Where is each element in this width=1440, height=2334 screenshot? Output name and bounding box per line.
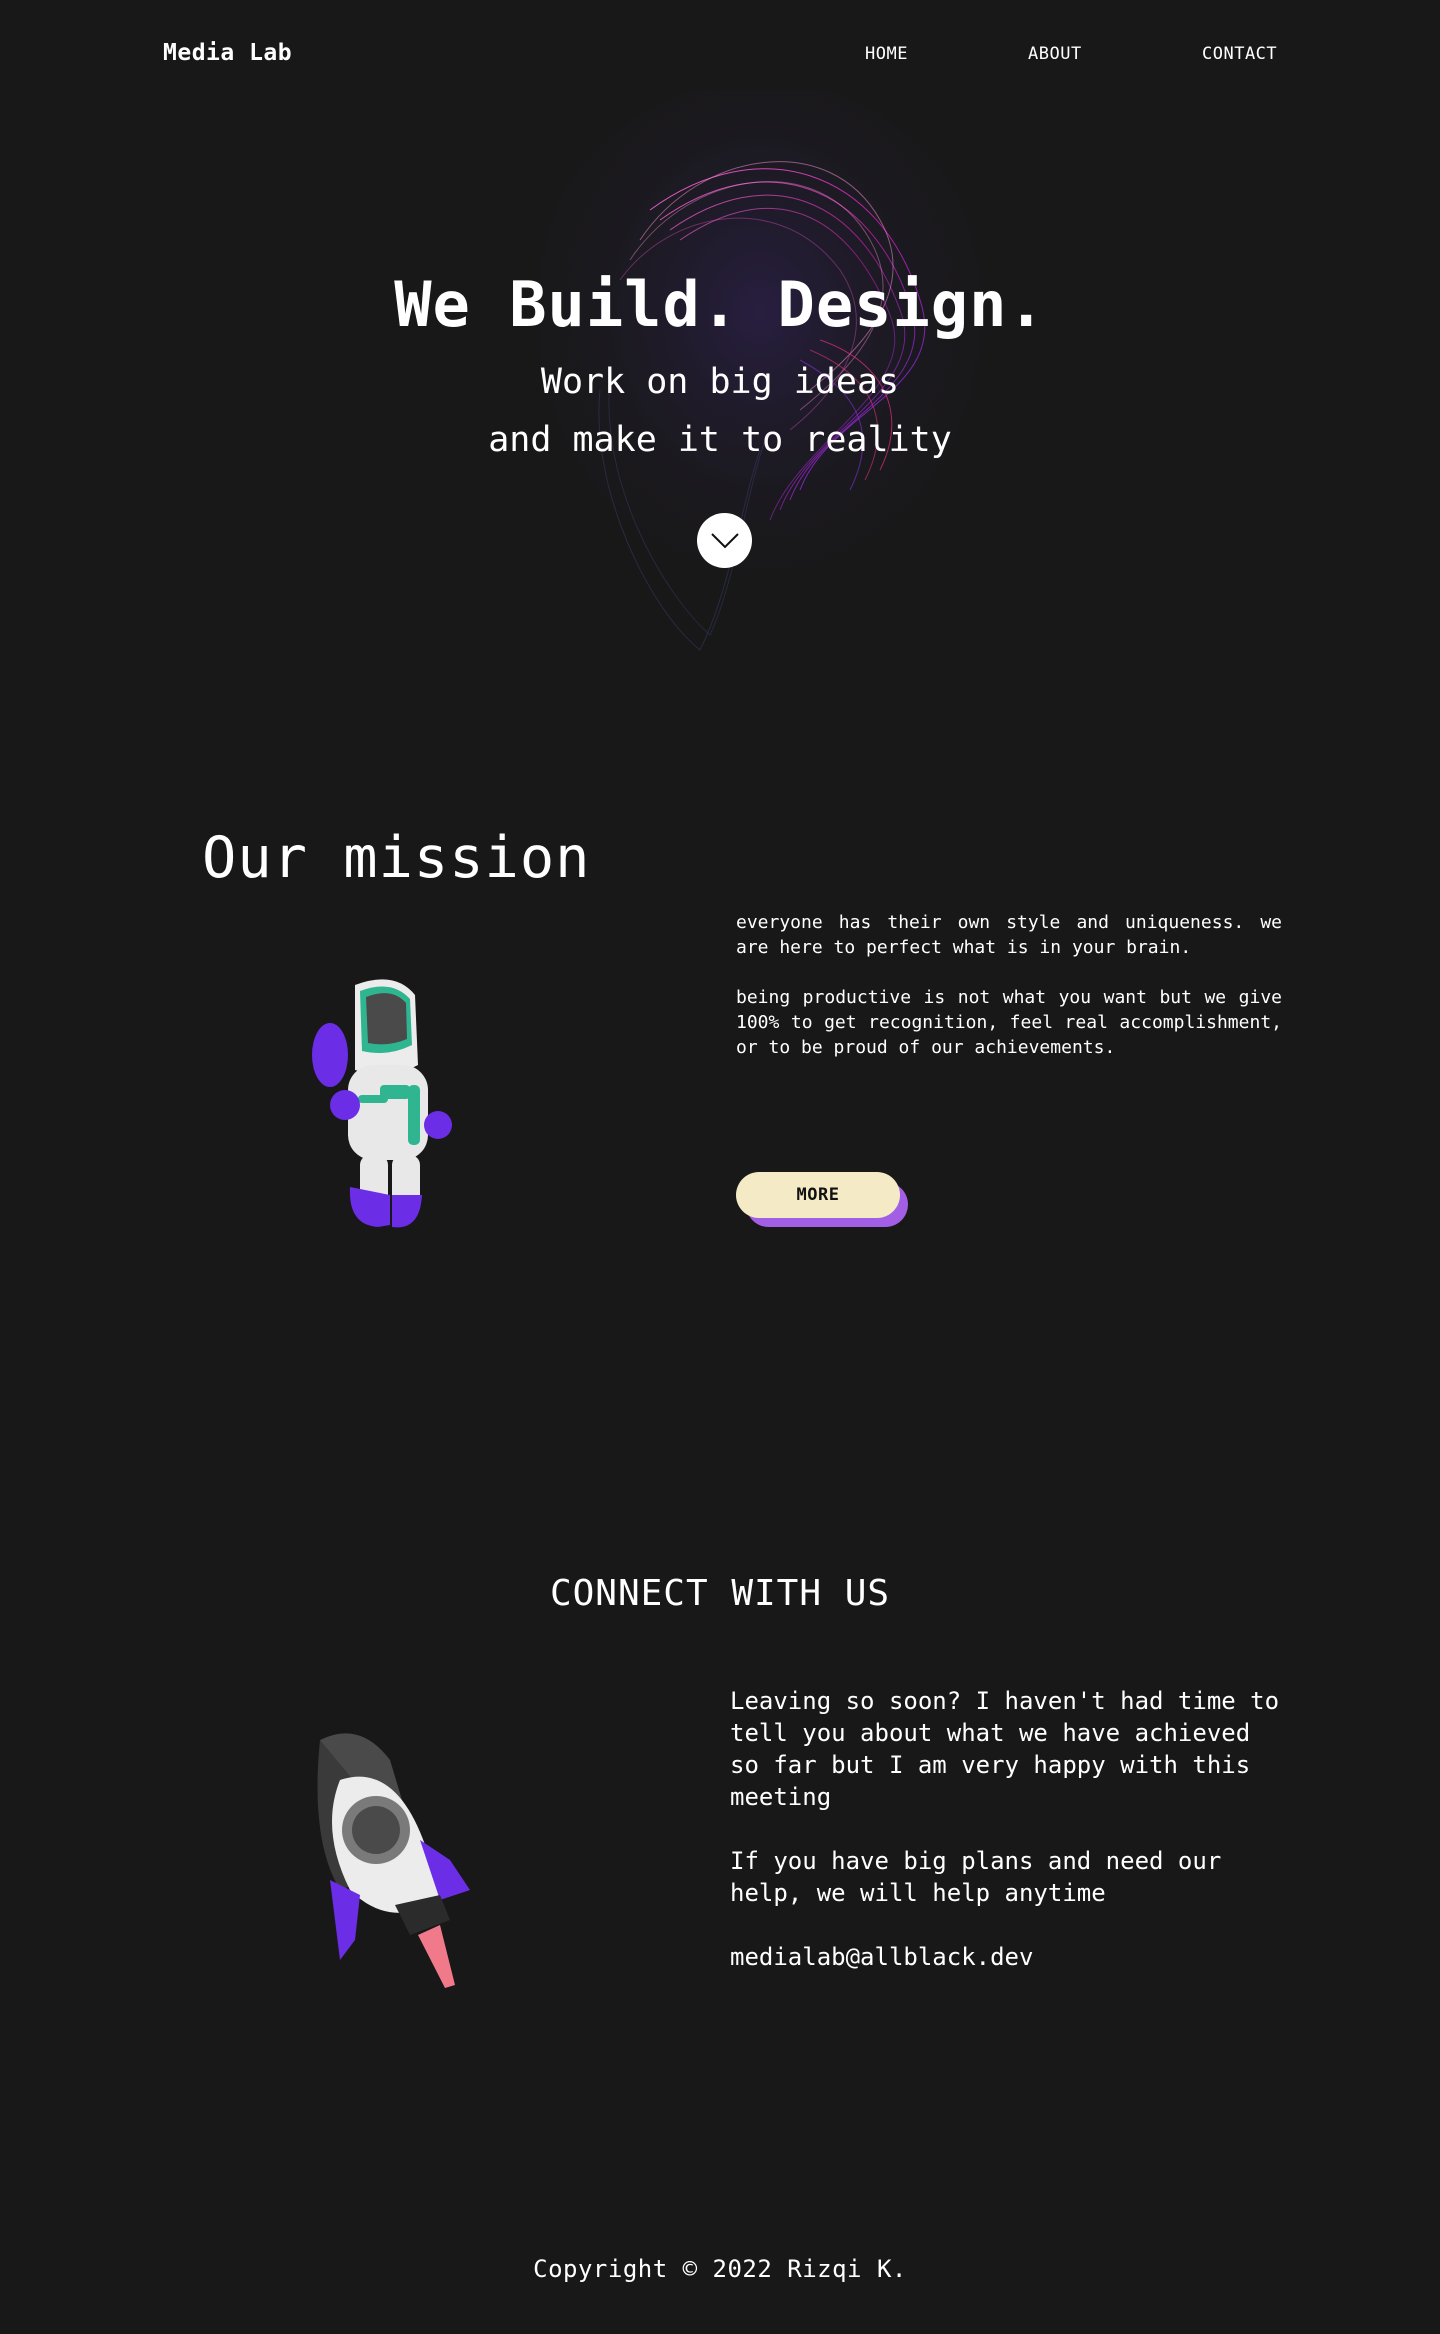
hero-title: We Build. Design. — [394, 268, 1046, 341]
hero-subtitle-line1: Work on big ideas — [540, 362, 900, 402]
astronaut-illustration — [312, 979, 452, 1228]
mission-paragraph-2: being productive is not what you want bu… — [736, 987, 1282, 1058]
more-button[interactable]: MORE — [736, 1172, 900, 1218]
mission-heading: Our mission — [202, 825, 591, 891]
connect-paragraph-1: Leaving so soon? I haven't had time to t… — [730, 1687, 1280, 1811]
connect-heading: CONNECT WITH US — [549, 1573, 891, 1614]
scroll-down-button[interactable] — [697, 513, 752, 568]
more-button-wrapper: MORE — [736, 1172, 908, 1228]
mission-description: everyone has their own style and uniquen… — [736, 910, 1282, 1085]
nav-about-link[interactable]: ABOUT — [1028, 44, 1082, 64]
nav-home-link[interactable]: HOME — [865, 44, 908, 64]
nav-contact-link[interactable]: CONTACT — [1202, 44, 1277, 64]
connect-description: Leaving so soon? I haven't had time to t… — [730, 1685, 1290, 2005]
rocket-illustration — [317, 1733, 470, 1988]
contact-email-link[interactable]: medialab@allblack.dev — [730, 1941, 1290, 1973]
chevron-down-icon — [710, 532, 739, 548]
connect-paragraph-2: If you have big plans and need our help,… — [730, 1847, 1222, 1907]
brand-logo[interactable]: Media Lab — [163, 40, 292, 66]
footer-copyright: Copyright © 2022 Rizqi K. — [533, 2255, 907, 2283]
mission-paragraph-1: everyone has their own style and uniquen… — [736, 912, 1282, 958]
hero-subtitle-line2: and make it to reality — [488, 420, 952, 460]
